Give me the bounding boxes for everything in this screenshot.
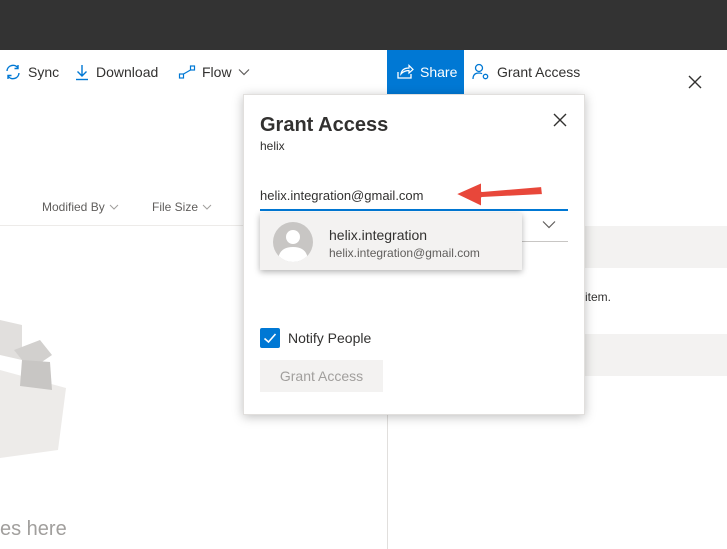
person-icon (278, 230, 308, 262)
panel-section-band (585, 334, 727, 376)
empty-state-text: es here (0, 518, 67, 540)
notify-people-label: Notify People (288, 330, 372, 346)
notify-people-checkbox[interactable] (260, 328, 280, 348)
sync-button[interactable]: Sync (4, 50, 59, 94)
flow-label: Flow (202, 64, 232, 80)
grant-access-button[interactable]: Grant Access (260, 360, 383, 392)
share-icon (397, 64, 414, 79)
suggestion-name: helix.integration (329, 227, 428, 243)
suggestion-email: helix.integration@gmail.com (329, 246, 480, 260)
user-settings-icon (472, 63, 489, 80)
checkmark-icon (263, 333, 277, 344)
panel-section-band (585, 226, 727, 268)
column-label: File Size (152, 200, 199, 214)
flow-icon (178, 65, 196, 79)
download-label: Download (96, 64, 159, 80)
grant-access-tab-label: Grant Access (497, 64, 581, 80)
chevron-down-icon (238, 69, 249, 76)
empty-folder-icon (0, 320, 66, 458)
share-button[interactable]: Share (387, 50, 464, 94)
annotation-arrow-icon (454, 181, 544, 208)
column-header-file-size[interactable]: File Size (152, 200, 212, 214)
column-label: Modified By (42, 200, 105, 214)
close-icon[interactable] (686, 73, 704, 91)
download-icon (76, 65, 88, 81)
column-header-modified-by[interactable]: Modified By (42, 200, 119, 214)
panel-info-text: item. (585, 290, 612, 304)
download-button[interactable]: Download (74, 50, 158, 94)
share-label: Share (420, 64, 458, 80)
chevron-down-icon (109, 204, 119, 210)
sync-icon (6, 64, 20, 80)
dialog-title: Grant Access (260, 114, 389, 136)
chevron-down-icon[interactable] (542, 220, 556, 229)
dialog-subtitle: helix (260, 139, 285, 153)
close-icon[interactable] (552, 112, 568, 128)
grant-access-tab[interactable]: Grant Access (472, 50, 580, 94)
suite-header-bar (0, 0, 727, 50)
chevron-down-icon (202, 204, 212, 210)
avatar (273, 222, 313, 262)
sync-label: Sync (28, 64, 60, 80)
flow-button[interactable]: Flow (178, 50, 250, 94)
